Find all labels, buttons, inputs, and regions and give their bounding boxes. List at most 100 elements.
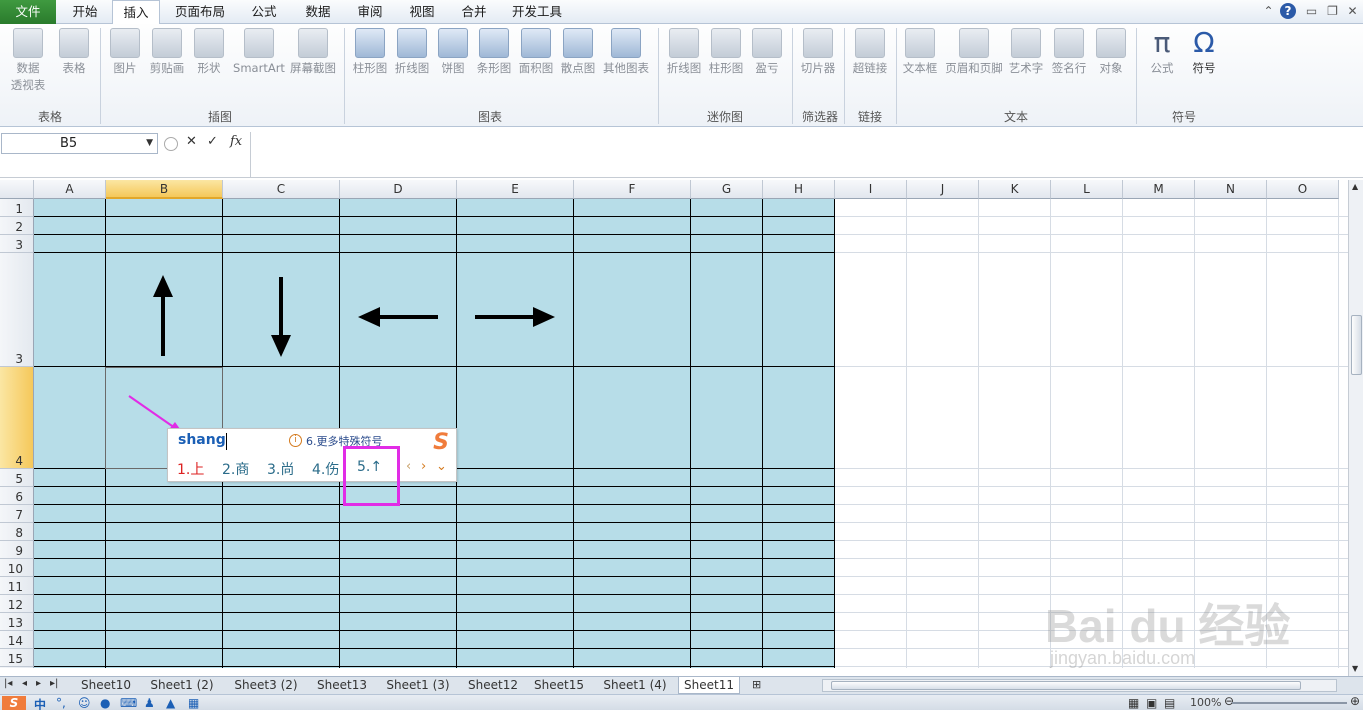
- row-header-5[interactable]: 5: [0, 469, 34, 487]
- shapes-button[interactable]: 形状: [192, 28, 226, 77]
- table-button[interactable]: 表格: [56, 28, 92, 77]
- next-sheet-icon[interactable]: ▸: [36, 678, 41, 689]
- row-header-12[interactable]: 12: [0, 595, 34, 613]
- wordart-button[interactable]: 艺术字: [1006, 28, 1046, 77]
- tab-file[interactable]: 文件: [0, 0, 56, 24]
- row-header-6[interactable]: 6: [0, 487, 34, 505]
- window-restore-icon[interactable]: ❐: [1324, 3, 1341, 20]
- tab-formulas[interactable]: 公式: [240, 0, 288, 24]
- tab-insert[interactable]: 插入: [112, 0, 160, 25]
- object-button[interactable]: 对象: [1094, 28, 1128, 77]
- header-footer-button[interactable]: 页眉和页脚: [942, 28, 1006, 77]
- new-sheet-icon[interactable]: ⊞: [752, 678, 761, 691]
- slicer-button[interactable]: 切片器: [798, 28, 838, 77]
- other-charts-button[interactable]: 其他图表: [600, 28, 652, 77]
- chevron-down-icon[interactable]: ▼: [146, 134, 153, 153]
- tab-home[interactable]: 开始: [58, 0, 112, 24]
- column-header-a[interactable]: A: [34, 180, 106, 199]
- row-header-10[interactable]: 10: [0, 559, 34, 577]
- tab-data[interactable]: 数据: [294, 0, 342, 24]
- tab-review[interactable]: 审阅: [346, 0, 394, 24]
- pie-chart-button[interactable]: 饼图: [436, 28, 470, 77]
- horizontal-scroll-thumb[interactable]: [831, 681, 1301, 690]
- scroll-down-icon[interactable]: ▼: [1352, 664, 1358, 673]
- column-header-n[interactable]: N: [1195, 180, 1267, 199]
- hyperlink-button[interactable]: 超链接: [850, 28, 890, 77]
- microphone-icon[interactable]: ●: [100, 696, 110, 710]
- sheet-tab-sheet13[interactable]: Sheet13: [308, 677, 376, 694]
- bar-chart-button[interactable]: 条形图: [474, 28, 514, 77]
- clipart-button[interactable]: 剪贴画: [146, 28, 188, 77]
- sheet-tab-sheet10[interactable]: Sheet10: [70, 677, 142, 694]
- keyboard-icon[interactable]: ⌨: [120, 696, 137, 710]
- confirm-entry-icon[interactable]: ✓: [207, 134, 218, 149]
- ime-candidate-1[interactable]: 1.上: [177, 459, 204, 479]
- zoom-level[interactable]: 100%: [1190, 696, 1221, 709]
- row-header-13[interactable]: 13: [0, 613, 34, 631]
- ime-expand-icon[interactable]: ⌄: [436, 459, 447, 474]
- ime-candidate-2[interactable]: 2.商: [222, 459, 249, 479]
- row-header-3[interactable]: 3: [0, 253, 34, 367]
- row-header-2[interactable]: 2: [0, 217, 34, 235]
- area-chart-button[interactable]: 面积图: [516, 28, 556, 77]
- column-header-b[interactable]: B: [106, 180, 223, 199]
- sogou-ime-icon[interactable]: S: [2, 696, 26, 710]
- sheet-tab-sheet3-2-[interactable]: Sheet3 (2): [224, 677, 308, 694]
- vertical-scrollbar[interactable]: ▲ ▼: [1348, 180, 1363, 676]
- row-header-16[interactable]: 16: [0, 667, 34, 668]
- pivot-table-button[interactable]: 数据 透视表: [6, 28, 50, 94]
- first-sheet-icon[interactable]: |◂: [4, 678, 12, 689]
- column-header-d[interactable]: D: [340, 180, 457, 199]
- prev-sheet-icon[interactable]: ◂: [22, 678, 27, 689]
- ime-prev-page-icon[interactable]: ‹: [406, 459, 411, 474]
- signature-line-button[interactable]: 签名行: [1048, 28, 1090, 77]
- line-chart-button[interactable]: 折线图: [392, 28, 432, 77]
- window-minimize-icon[interactable]: ▭: [1303, 3, 1320, 20]
- row-header-7[interactable]: 7: [0, 505, 34, 523]
- punctuation-icon[interactable]: °,: [56, 696, 66, 710]
- sheet-tab-sheet1-4-[interactable]: Sheet1 (4): [592, 677, 678, 694]
- sheet-tab-sheet12[interactable]: Sheet12: [460, 677, 526, 694]
- scatter-chart-button[interactable]: 散点图: [558, 28, 598, 77]
- row-header-14[interactable]: 14: [0, 631, 34, 649]
- column-header-f[interactable]: F: [574, 180, 691, 199]
- horizontal-scrollbar[interactable]: [822, 679, 1337, 692]
- sparkline-column-button[interactable]: 柱形图: [706, 28, 746, 77]
- column-header-c[interactable]: C: [223, 180, 340, 199]
- column-header-e[interactable]: E: [457, 180, 574, 199]
- page-layout-view-icon[interactable]: ▣: [1146, 696, 1157, 710]
- help-icon[interactable]: ?: [1280, 3, 1296, 19]
- last-sheet-icon[interactable]: ▸|: [50, 678, 58, 689]
- sheet-tab-sheet1-2-[interactable]: Sheet1 (2): [140, 677, 224, 694]
- ime-mode-indicator[interactable]: 中: [34, 696, 46, 710]
- cancel-entry-icon[interactable]: ✕: [186, 134, 197, 149]
- tab-page-layout[interactable]: 页面布局: [166, 0, 234, 24]
- insert-function-icon[interactable]: fx: [230, 134, 242, 149]
- column-header-i[interactable]: I: [835, 180, 907, 199]
- toolbox-icon[interactable]: ▦: [188, 696, 199, 710]
- tab-developer[interactable]: 开发工具: [504, 0, 570, 24]
- column-header-j[interactable]: J: [907, 180, 979, 199]
- tab-merge[interactable]: 合并: [450, 0, 498, 24]
- screenshot-button[interactable]: 屏幕截图: [288, 28, 338, 77]
- sheet-tab-sheet15[interactable]: Sheet15: [526, 677, 592, 694]
- column-header-k[interactable]: K: [979, 180, 1051, 199]
- ime-candidate-3[interactable]: 3.尚: [267, 459, 294, 479]
- picture-button[interactable]: 图片: [108, 28, 142, 77]
- column-header-l[interactable]: L: [1051, 180, 1123, 199]
- sheet-tab-sheet1-3-[interactable]: Sheet1 (3): [376, 677, 460, 694]
- minimize-ribbon-icon[interactable]: ⌃: [1260, 3, 1277, 20]
- textbox-button[interactable]: 文本框: [900, 28, 940, 77]
- symbol-button[interactable]: Ω 符号: [1186, 28, 1222, 77]
- row-header-1[interactable]: 1: [0, 199, 34, 217]
- sparkline-line-button[interactable]: 折线图: [664, 28, 704, 77]
- formula-expand-icon[interactable]: [164, 137, 178, 151]
- zoom-in-icon[interactable]: ⊕: [1350, 694, 1360, 708]
- row-header-11[interactable]: 11: [0, 577, 34, 595]
- skin-icon[interactable]: ▲: [166, 696, 175, 710]
- formula-input[interactable]: [250, 132, 1350, 177]
- zoom-out-icon[interactable]: ⊖: [1224, 694, 1234, 708]
- vertical-scroll-thumb[interactable]: [1351, 315, 1362, 375]
- sparkline-winloss-button[interactable]: 盈亏: [750, 28, 784, 77]
- cell-d4-left-arrow[interactable]: [340, 253, 457, 367]
